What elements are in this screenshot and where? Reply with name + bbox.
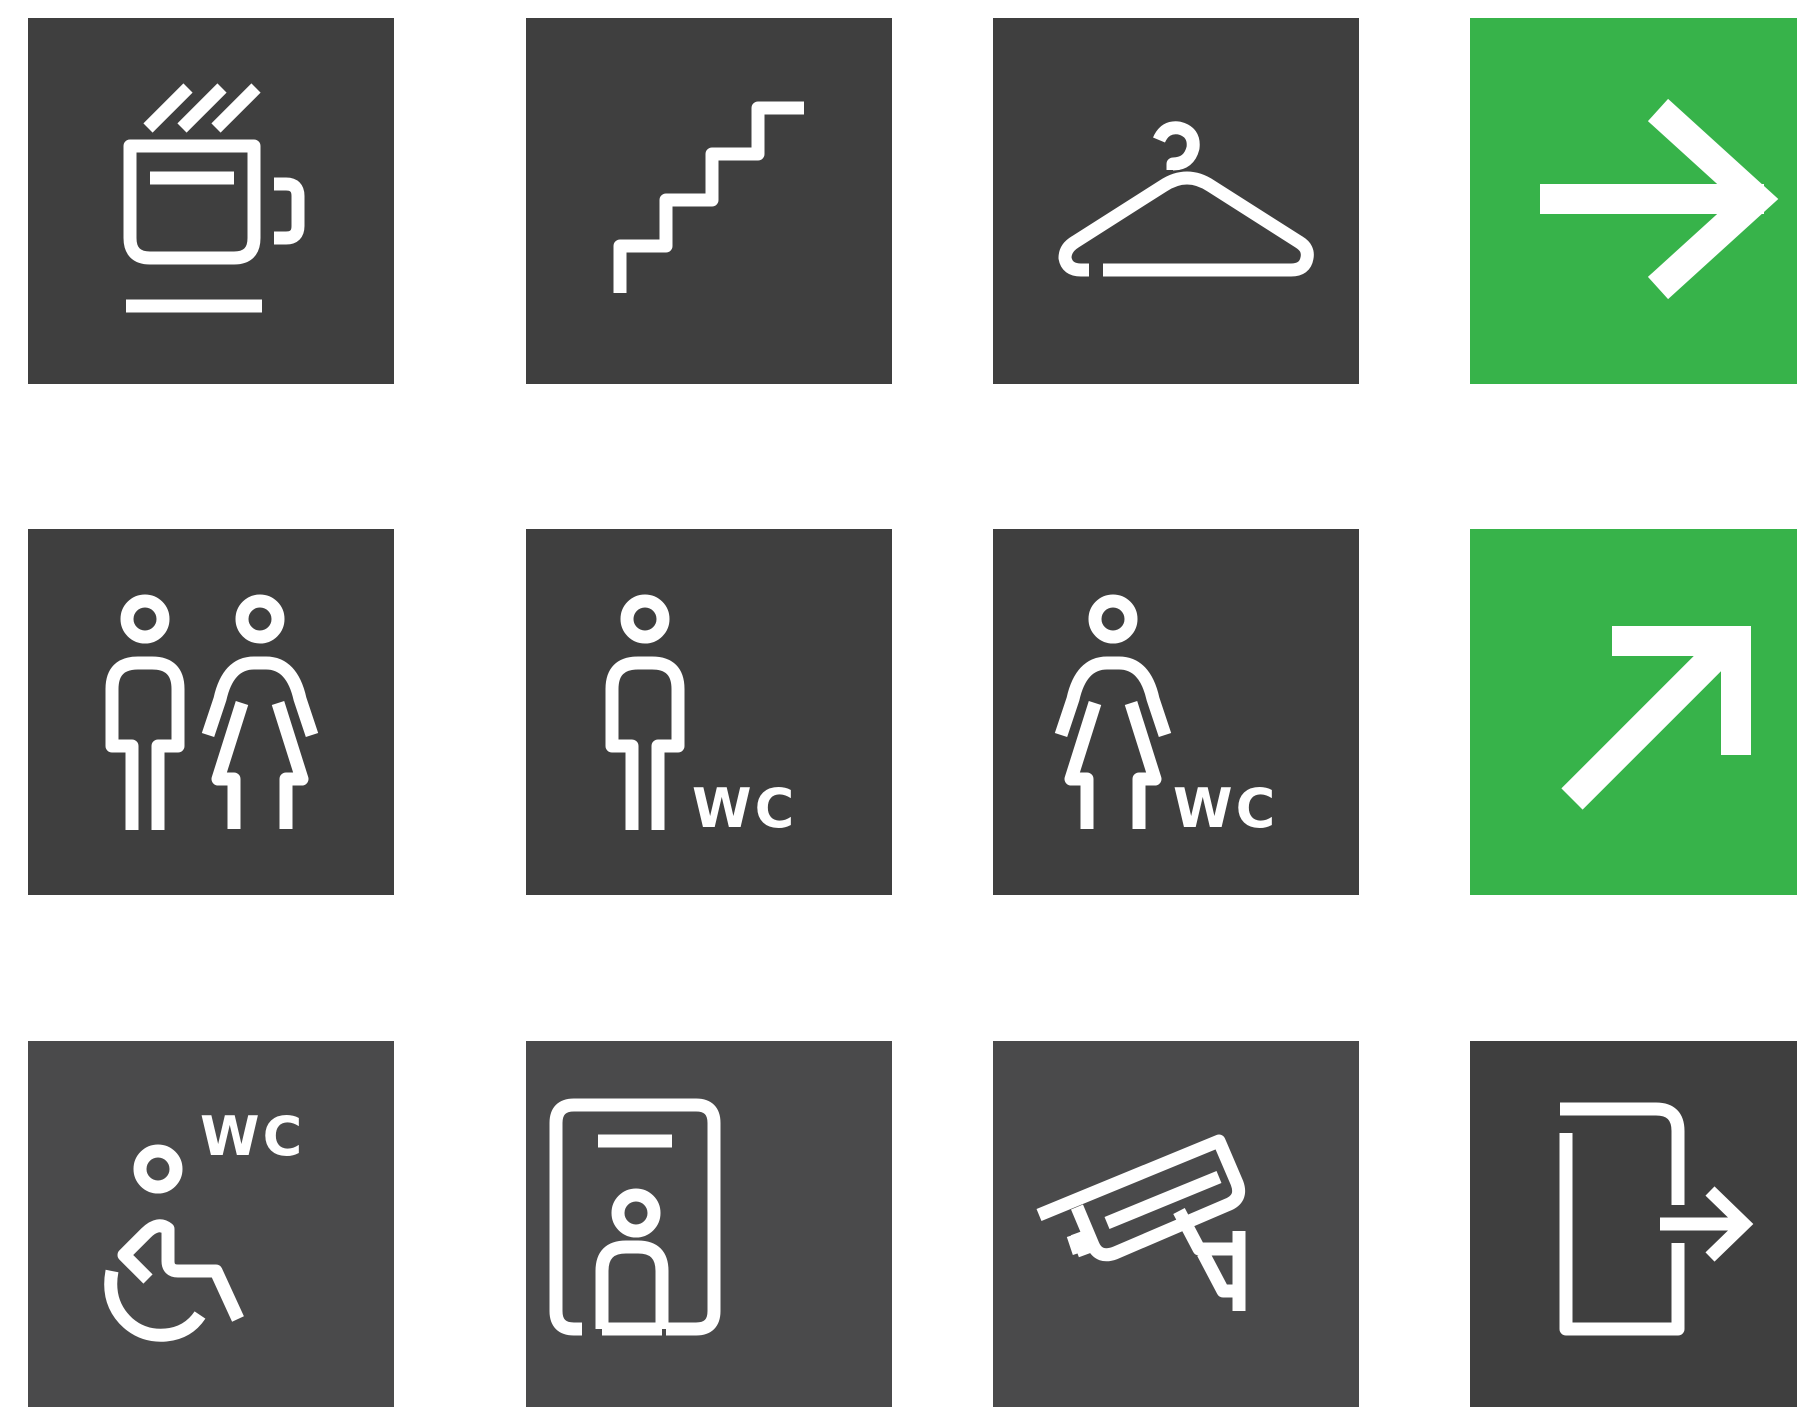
tile-direction-up-right — [1470, 529, 1797, 895]
elevator-person-icon — [549, 1098, 721, 1336]
tile-exit — [1470, 1041, 1797, 1407]
arrow-right-icon — [1540, 98, 1779, 300]
coffee-mug-icon — [123, 83, 305, 313]
tile-womens-wc: WC — [993, 529, 1359, 895]
tile-cctv — [993, 1041, 1359, 1407]
coat-hanger-icon — [1058, 121, 1314, 277]
security-camera-icon — [1036, 1134, 1246, 1311]
stairs-icon — [613, 101, 804, 293]
exit-door-icon — [1559, 1102, 1754, 1336]
man-wc-icon: WC — [605, 594, 797, 840]
tile-accessible-wc: WC — [28, 1041, 394, 1407]
tile-restrooms — [28, 529, 394, 895]
tile-cloakroom — [993, 18, 1359, 384]
tile-elevator — [526, 1041, 892, 1407]
woman-wc-icon: WC — [1054, 594, 1278, 840]
arrow-up-right-icon — [1561, 626, 1751, 810]
tile-stairs — [526, 18, 892, 384]
tile-mens-wc: WC — [526, 529, 892, 895]
man-woman-icon — [105, 594, 319, 830]
tile-direction-right — [1470, 18, 1797, 384]
wc-label: WC — [692, 777, 797, 840]
wc-label: WC — [200, 1105, 305, 1168]
tile-coffee — [28, 18, 394, 384]
wheelchair-wc-icon: WC — [104, 1105, 305, 1342]
wc-label: WC — [1173, 777, 1278, 840]
